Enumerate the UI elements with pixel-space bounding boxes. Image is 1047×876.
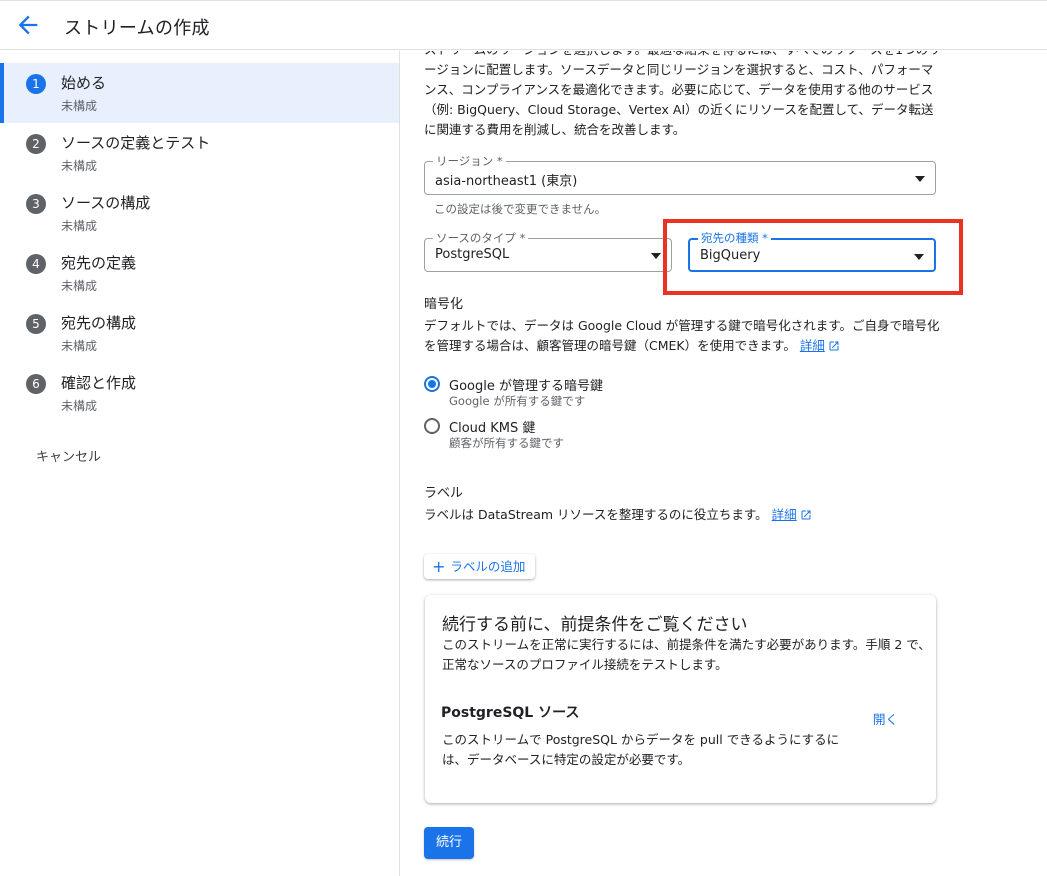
arrow-back-icon bbox=[18, 15, 38, 35]
plus-icon: + bbox=[432, 557, 446, 576]
source-type-select[interactable]: ソースのタイプ * PostgreSQL bbox=[424, 230, 672, 272]
radio-button-checked[interactable] bbox=[424, 376, 440, 392]
region-select-value: asia-northeast1 (東京) bbox=[435, 174, 578, 189]
step-status: 未構成 bbox=[61, 339, 98, 353]
step-review-create[interactable]: 6 確認と作成 未構成 bbox=[0, 363, 399, 423]
encryption-detail-link[interactable]: 詳細 bbox=[800, 338, 825, 353]
dropdown-arrow-icon bbox=[915, 176, 925, 182]
add-label-button-text: ラベルの追加 bbox=[450, 559, 526, 574]
region-helper-text: この設定は後で変更できません。 bbox=[434, 202, 607, 216]
main-content: ストリームのリージョンを選択します。最適な結果を得るには、すべてのリソースを1つ… bbox=[401, 51, 1047, 876]
labels-title: ラベル bbox=[424, 486, 464, 501]
postgresql-source-description: このストリームで PostgreSQL からデータを pull できるようにする… bbox=[442, 732, 840, 767]
labels-detail-link[interactable]: 詳細 bbox=[772, 507, 797, 522]
step-status: 未構成 bbox=[61, 279, 98, 293]
step-define-destination[interactable]: 4 宛先の定義 未構成 bbox=[0, 243, 399, 303]
annotation-highlight-box bbox=[663, 219, 963, 295]
step-number: 3 bbox=[26, 194, 46, 214]
radio-label: Google が管理する暗号鍵 bbox=[449, 379, 603, 394]
continue-button[interactable]: 続行 bbox=[424, 827, 474, 859]
labels-description: ラベルは DataStream リソースを整理するのに役立ちます。 詳細 bbox=[424, 505, 944, 525]
region-select-label: リージョン * bbox=[433, 153, 506, 169]
encryption-title: 暗号化 bbox=[424, 297, 464, 312]
back-button[interactable] bbox=[14, 11, 42, 39]
add-label-button[interactable]: + ラベルの追加 bbox=[424, 554, 536, 579]
source-type-label: ソースのタイプ * bbox=[433, 230, 529, 246]
step-label: 宛先の構成 bbox=[61, 314, 137, 332]
step-number: 2 bbox=[26, 134, 46, 154]
source-type-value: PostgreSQL bbox=[435, 247, 510, 262]
encryption-description-text: デフォルトでは、データは Google Cloud が管理する鍵で暗号化されます… bbox=[424, 318, 940, 353]
dropdown-arrow-icon bbox=[651, 253, 661, 259]
prerequisites-description: このストリームを正常に実行するには、前提条件を満たす必要があります。手順 2 で… bbox=[442, 637, 931, 672]
step-label: ソースの構成 bbox=[61, 194, 151, 212]
step-number: 4 bbox=[26, 254, 46, 274]
step-configure-destination[interactable]: 5 宛先の構成 未構成 bbox=[0, 303, 399, 363]
external-link-icon bbox=[801, 510, 811, 520]
radio-sublabel: Google が所有する鍵です bbox=[449, 394, 586, 408]
step-label: ソースの定義とテスト bbox=[61, 134, 211, 152]
step-number: 5 bbox=[26, 314, 46, 334]
region-select[interactable]: リージョン * asia-northeast1 (東京) bbox=[424, 153, 936, 195]
step-status: 未構成 bbox=[61, 399, 98, 413]
labels-description-text: ラベルは DataStream リソースを整理するのに役立ちます。 bbox=[424, 507, 768, 522]
radio-button[interactable] bbox=[424, 418, 440, 434]
prerequisites-title: 続行する前に、前提条件をご覧ください bbox=[442, 615, 748, 635]
step-label: 宛先の定義 bbox=[61, 254, 137, 272]
app-header: ストリームの作成 bbox=[0, 0, 1047, 50]
step-number: 1 bbox=[26, 74, 46, 94]
step-configure-source[interactable]: 3 ソースの構成 未構成 bbox=[0, 183, 399, 243]
cancel-button[interactable]: キャンセル bbox=[36, 446, 101, 465]
step-status: 未構成 bbox=[61, 219, 98, 233]
radio-label: Cloud KMS 鍵 bbox=[449, 421, 536, 436]
step-status: 未構成 bbox=[61, 99, 98, 113]
stepper-sidebar: 1 始める 未構成 2 ソースの定義とテスト 未構成 3 ソースの構成 未構成 … bbox=[0, 51, 400, 876]
radio-sublabel: 顧客が所有する鍵です bbox=[449, 436, 564, 450]
step-label: 確認と作成 bbox=[61, 374, 137, 392]
region-intro-text: ストリームのリージョンを選択します。最適な結果を得るには、すべてのリソースを1つ… bbox=[424, 51, 941, 137]
external-link-icon bbox=[829, 341, 839, 351]
prerequisites-card: 続行する前に、前提条件をご覧ください このストリームを正常に実行するには、前提条… bbox=[425, 595, 936, 803]
postgresql-source-title: PostgreSQL ソース bbox=[441, 705, 580, 721]
step-number: 6 bbox=[26, 374, 46, 394]
step-label: 始める bbox=[61, 74, 107, 92]
encryption-description: デフォルトでは、データは Google Cloud が管理する鍵で暗号化されます… bbox=[424, 316, 944, 356]
page-title: ストリームの作成 bbox=[64, 18, 210, 39]
step-status: 未構成 bbox=[61, 159, 98, 173]
open-button[interactable]: 開く bbox=[873, 709, 898, 728]
step-get-started[interactable]: 1 始める 未構成 bbox=[0, 63, 399, 123]
step-define-source[interactable]: 2 ソースの定義とテスト 未構成 bbox=[0, 123, 399, 183]
